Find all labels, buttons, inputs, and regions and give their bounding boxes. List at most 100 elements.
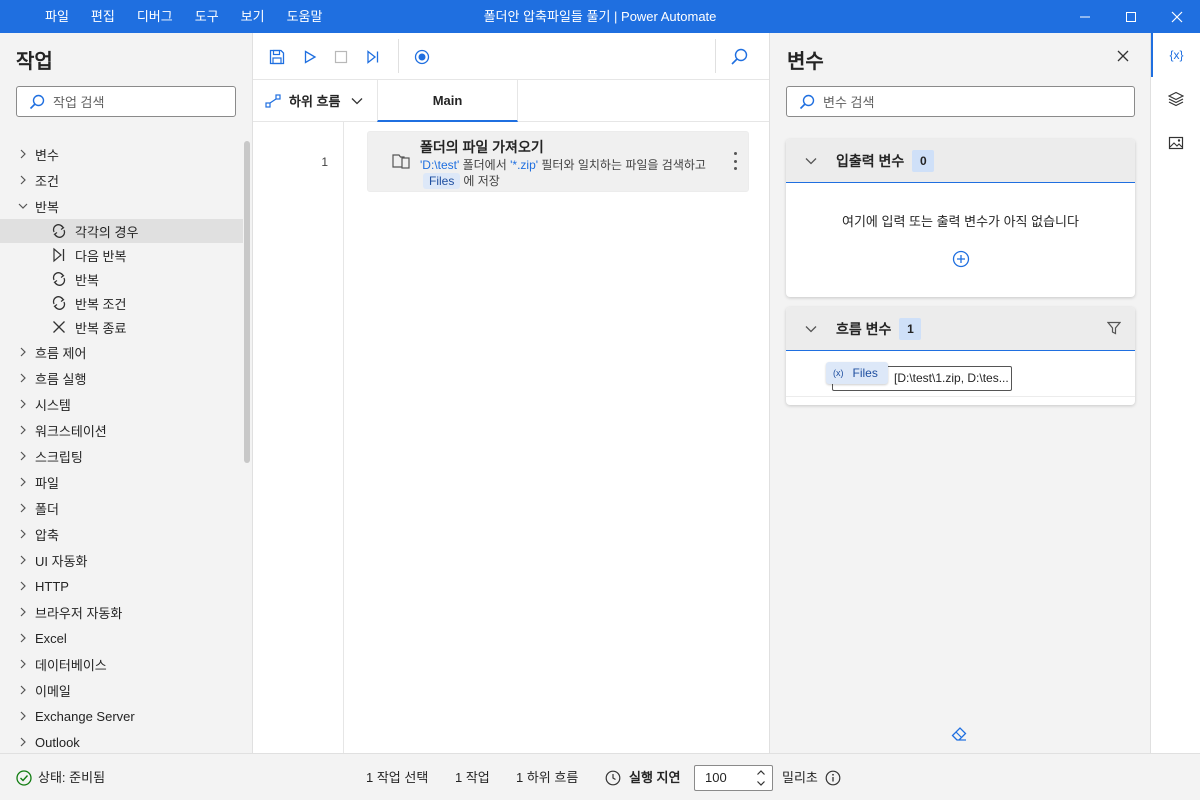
actions-search-input[interactable]: 작업 검색 — [16, 86, 236, 117]
tree-group-item[interactable]: 시스템 — [0, 391, 243, 417]
tree-group-item[interactable]: 파일 — [0, 469, 243, 495]
action-desc-text: 폴더에서 — [459, 158, 511, 172]
tree-group-item[interactable]: 스크립팅 — [0, 443, 243, 469]
run-delay-input[interactable]: 100 — [694, 765, 773, 791]
menu-file[interactable]: 파일 — [34, 0, 80, 33]
tree-group-item[interactable]: 압축 — [0, 521, 243, 547]
chevron-right-icon — [20, 451, 26, 461]
menu-help[interactable]: 도움말 — [276, 0, 334, 33]
tree-item-for-each[interactable]: 각각의 경우 — [0, 219, 243, 243]
tree-group-label: 이메일 — [35, 683, 71, 699]
menu-bar: 파일 편집 디버그 도구 보기 도움말 — [34, 0, 333, 33]
chevron-right-icon — [20, 607, 26, 617]
actions-search-placeholder: 작업 검색 — [53, 95, 105, 110]
flow-variables-section: 흐름 변수 1 [D:\test\1.zip, D:\tes... (x) Fi… — [786, 307, 1135, 405]
eraser-icon — [951, 727, 967, 741]
tree-item-label: 다음 반복 — [75, 248, 127, 264]
tree-group-loops[interactable]: 반복 — [0, 193, 243, 219]
tree-group-variables[interactable]: 변수 — [0, 141, 243, 167]
run-next-action-button[interactable] — [363, 47, 383, 67]
add-io-variable-button[interactable] — [786, 250, 1135, 268]
filter-variables-button[interactable] — [1106, 321, 1122, 338]
rail-images-button[interactable] — [1151, 121, 1200, 165]
tree-group-label: HTTP — [35, 578, 69, 594]
tree-group-label: 압축 — [35, 527, 59, 543]
rail-variables-button[interactable]: {x} — [1151, 33, 1200, 77]
search-icon — [731, 48, 748, 65]
chevron-down-icon[interactable] — [756, 778, 766, 789]
tab-main[interactable]: Main — [377, 80, 518, 122]
tree-group-item[interactable]: Outlook — [0, 729, 243, 755]
tree-item-exit-loop[interactable]: 반복 종료 — [0, 315, 243, 339]
tree-groups-bottom: 흐름 제어 흐름 실행시스템워크스테이션 스크립팅 파일 폴더압축 UI 자동화 HTTP 브… — [0, 339, 243, 755]
tree-group-label: 시스템 — [35, 397, 71, 413]
tree-group-item[interactable]: Exchange Server — [0, 703, 243, 729]
tree-group-item[interactable]: Excel — [0, 625, 243, 651]
flow-variables-title: 흐름 변수 — [836, 320, 892, 337]
minimize-button[interactable] — [1062, 0, 1108, 33]
menu-tools[interactable]: 도구 — [184, 0, 230, 33]
stop-button[interactable] — [331, 47, 351, 67]
tree-group-item[interactable]: 흐름 실행 — [0, 365, 243, 391]
run-delay-stepper[interactable] — [756, 767, 766, 789]
actions-scrollbar[interactable] — [244, 141, 250, 463]
filter-icon — [1106, 321, 1122, 335]
save-button[interactable] — [267, 47, 287, 67]
flow-variables-header[interactable]: 흐름 변수 1 — [786, 307, 1135, 351]
close-variables-button[interactable] — [1116, 49, 1132, 65]
close-window-button[interactable] — [1154, 0, 1200, 33]
chevron-right-icon — [20, 477, 26, 487]
record-button[interactable] — [412, 47, 432, 67]
menu-edit[interactable]: 편집 — [80, 0, 126, 33]
tree-group-item[interactable]: 이메일 — [0, 677, 243, 703]
stop-icon — [334, 50, 348, 64]
add-circle-icon — [952, 250, 969, 268]
tree-item-loop-condition[interactable]: 반복 조건 — [0, 291, 243, 315]
tree-item-next-loop[interactable]: 다음 반복 — [0, 243, 243, 267]
check-circle-icon — [16, 769, 32, 786]
subflows-dropdown[interactable]: 하위 흐름 — [265, 80, 364, 121]
run-delay-text: 실행 지연 — [629, 770, 681, 785]
status-bar: 상태: 준비됨 1 작업 선택 1 작업 1 하위 흐름 실행 지연 100 밀… — [0, 753, 1200, 800]
flow-variable-row[interactable]: [D:\test\1.zip, D:\tes... (x) Files — [786, 351, 1135, 397]
tree-group-item[interactable]: 폴더 — [0, 495, 243, 521]
selected-actions-count: 1 작업 선택 — [366, 770, 429, 785]
action-variable-chip[interactable]: Files — [423, 173, 461, 189]
tree-item-label: 반복 조건 — [75, 296, 127, 312]
tree-group-item[interactable]: 워크스테이션 — [0, 417, 243, 443]
maximize-icon — [1126, 11, 1136, 22]
loop-icon — [52, 272, 66, 286]
subflows-label: 하위 흐름 — [289, 94, 341, 109]
maximize-button[interactable] — [1108, 0, 1154, 33]
tree-group-item[interactable]: 브라우저 자동화 — [0, 599, 243, 625]
menu-debug[interactable]: 디버그 — [126, 0, 184, 33]
io-variables-header[interactable]: 입출력 변수 0 — [786, 139, 1135, 183]
line-number: 1 — [321, 155, 328, 169]
clear-unused-variables-button[interactable] — [950, 725, 968, 746]
tree-group-item[interactable]: UI 자동화 — [0, 547, 243, 573]
more-options-button[interactable] — [732, 152, 738, 170]
tree-item-loop[interactable]: 반복 — [0, 267, 243, 291]
tree-group-item[interactable]: 흐름 제어 — [0, 339, 243, 365]
actions-count: 1 작업 — [455, 770, 490, 785]
menu-view[interactable]: 보기 — [230, 0, 276, 33]
rail-ui-elements-button[interactable] — [1151, 77, 1200, 121]
flow-variable-chip[interactable]: (x) Files — [826, 362, 888, 384]
action-get-files-in-folder[interactable]: 폴더의 파일 가져오기 'D:\test' 폴더에서 '*.zip' 필터와 일… — [367, 131, 749, 192]
run-button[interactable] — [300, 47, 320, 67]
chevron-up-icon[interactable] — [756, 767, 766, 778]
tree-group-item[interactable]: 데이터베이스 — [0, 651, 243, 677]
chevron-down-icon — [351, 97, 363, 104]
tree-item-label: 반복 — [75, 272, 99, 288]
tree-group-conditions[interactable]: 조건 — [0, 167, 243, 193]
chevron-right-icon — [20, 347, 26, 357]
variables-pane: 변수 변수 검색 입출력 변수 0 여기에 입력 또는 출력 변수가 아직 없습… — [769, 33, 1150, 753]
loop-icon — [52, 224, 66, 238]
designer-search-button[interactable] — [729, 47, 749, 67]
info-icon[interactable] — [825, 770, 841, 786]
tree-group-item[interactable]: HTTP — [0, 573, 243, 599]
io-variables-title: 입출력 변수 — [836, 152, 905, 169]
variables-search-input[interactable]: 변수 검색 — [786, 86, 1135, 117]
action-desc-text: 필터와 일치하는 파일을 검색하고 — [538, 158, 706, 172]
action-desc-text: 에 저장 — [463, 174, 500, 188]
